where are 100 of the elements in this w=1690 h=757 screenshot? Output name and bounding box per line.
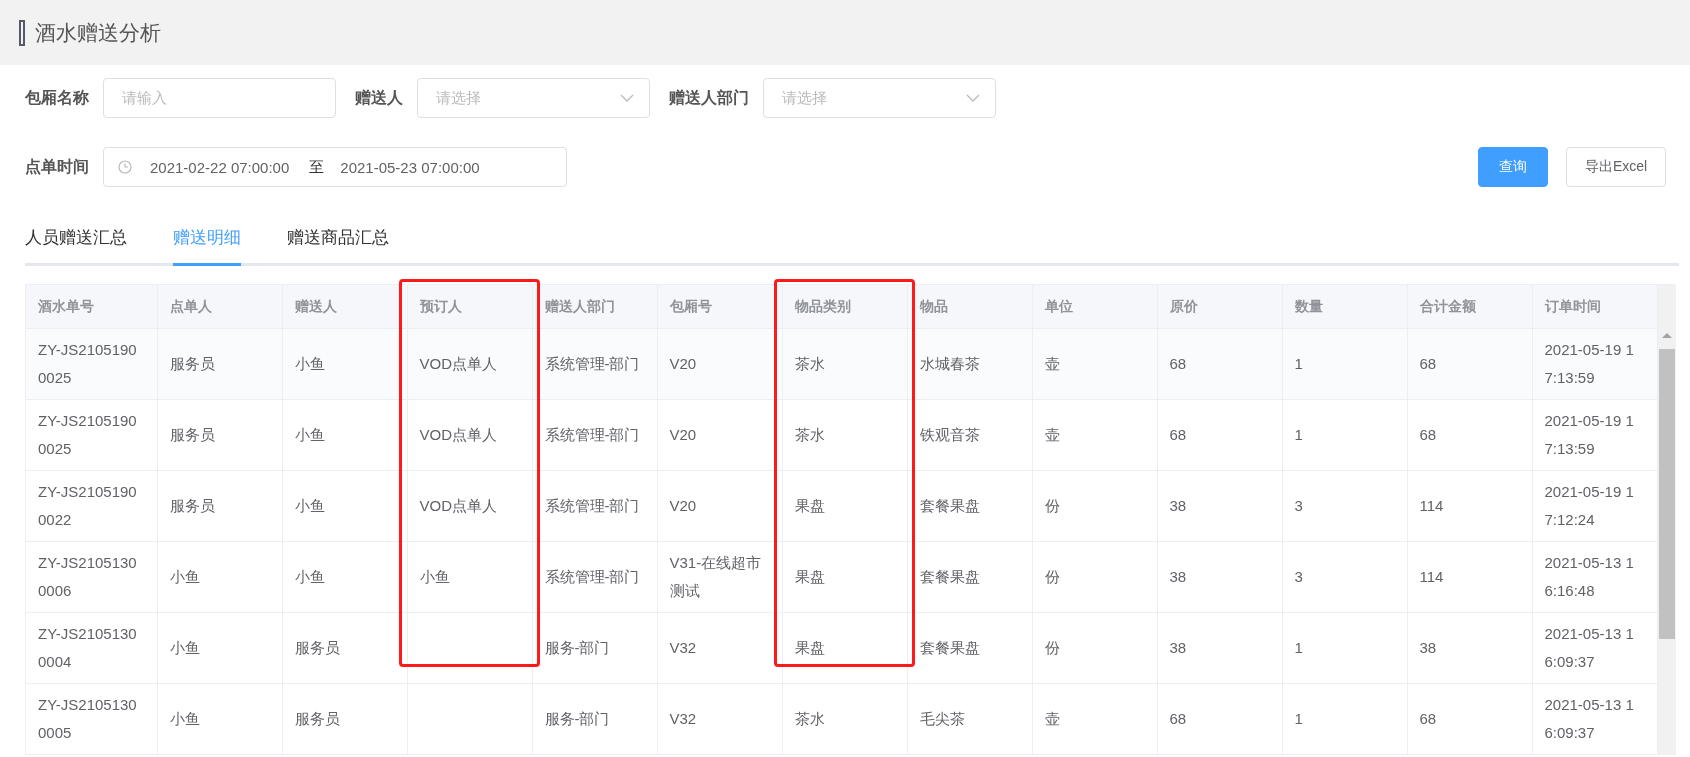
table-cell: 系统管理-部门 [532,399,657,471]
table-cell: 2021-05-19 17:13:59 [1532,328,1657,400]
date-range-field[interactable]: 2021-02-22 07:00:00 至 2021-05-23 07:00:00 [103,147,567,187]
table-cell: 果盘 [782,470,907,542]
chevron-down-icon [620,94,634,102]
table-cell: ZY-JS21051300005 [26,683,157,755]
table-cell: 服务-部门 [532,612,657,684]
table-cell: 38 [1157,470,1282,542]
table-cell: 铁观音茶 [907,399,1032,471]
table-cell: V32 [657,612,782,684]
table-cell: 3 [1282,470,1407,542]
table-cell: 68 [1157,683,1282,755]
column-header: 赠送人 [282,285,407,329]
table-cell: 份 [1032,612,1157,684]
table-cell: 系统管理-部门 [532,541,657,613]
table-cell: 小鱼 [157,612,282,684]
table-cell: 份 [1032,541,1157,613]
clock-icon [118,160,132,174]
table-cell: ZY-JS21051300006 [26,541,157,613]
column-header: 酒水单号 [26,285,157,329]
table-cell: 38 [1157,612,1282,684]
table-cell: 68 [1407,328,1532,400]
column-header: 物品类别 [782,285,907,329]
table-cell: 68 [1407,683,1532,755]
export-button[interactable]: 导出Excel [1566,147,1666,187]
table-cell: 2021-05-13 16:09:37 [1532,612,1657,684]
column-header: 预订人 [407,285,532,329]
table-cell: 2021-05-13 16:16:48 [1532,541,1657,613]
column-header: 合计金额 [1407,285,1532,329]
table-cell: V32 [657,683,782,755]
column-header: 包厢号 [657,285,782,329]
column-header: 数量 [1282,285,1407,329]
table-cell: 2021-05-13 16:09:37 [1532,683,1657,755]
table-cell: 壶 [1032,683,1157,755]
table-cell: 小鱼 [282,541,407,613]
table-cell: 服务员 [157,470,282,542]
table-cell: 服务员 [282,683,407,755]
table-cell: 服务员 [282,612,407,684]
column-header: 原价 [1157,285,1282,329]
table-cell: 114 [1407,541,1532,613]
select-field[interactable]: 请选择 [417,78,650,118]
scrollbar-drawing[interactable] [1657,330,1676,642]
table-cell: 1 [1282,399,1407,471]
table-cell: 68 [1157,399,1282,471]
table-cell: 1 [1282,328,1407,400]
table-cell: 套餐果盘 [907,470,1032,542]
table-cell: 小鱼 [282,328,407,400]
table-cell: 68 [1407,399,1532,471]
table-cell: 茶水 [782,328,907,400]
page-title: 酒水赠送分析 [35,19,161,46]
table-cell: 小鱼 [157,683,282,755]
table-cell: 壶 [1032,328,1157,400]
table-cell: ZY-JS21051300004 [26,612,157,684]
table-cell: 水城春茶 [907,328,1032,400]
table-cell: 1 [1282,612,1407,684]
filter-label: 包厢名称 [25,87,89,108]
table-cell: 果盘 [782,612,907,684]
title-bar-icon [19,19,25,46]
table-cell: 毛尖茶 [907,683,1032,755]
table-cell: 套餐果盘 [907,541,1032,613]
tab[interactable]: 赠送商品汇总 [287,211,389,266]
table-cell: 壶 [1032,399,1157,471]
query-button[interactable]: 查询 [1478,147,1548,187]
table-cell: 果盘 [782,541,907,613]
column-header: 订单时间 [1532,285,1657,329]
table-cell: 小鱼 [282,399,407,471]
table-cell: 2021-05-19 17:12:24 [1532,470,1657,542]
table-cell: 114 [1407,470,1532,542]
input-field[interactable]: 请输入 [103,78,336,118]
table-cell: 茶水 [782,399,907,471]
table-cell: 服务员 [157,399,282,471]
table-cell: 系统管理-部门 [532,470,657,542]
table-cell: V20 [657,399,782,471]
chevron-down-icon [966,94,980,102]
table-cell: 3 [1282,541,1407,613]
table-cell: 38 [1157,541,1282,613]
table-cell: ZY-JS21051900022 [26,470,157,542]
column-header: 点单人 [157,285,282,329]
table-cell: VOD点单人 [407,470,532,542]
tab[interactable]: 人员赠送汇总 [25,211,127,266]
table-cell: 68 [1157,328,1282,400]
filter-label: 点单时间 [25,156,89,177]
filter-label: 赠送人 [355,87,403,108]
table-cell: 1 [1282,683,1407,755]
table-cell: 套餐果盘 [907,612,1032,684]
table-cell: 系统管理-部门 [532,328,657,400]
table-cell: 服务员 [157,328,282,400]
select-field[interactable]: 请选择 [763,78,996,118]
table-cell: ZY-JS21051900025 [26,328,157,400]
table-cell: V20 [657,470,782,542]
tab[interactable]: 赠送明细 [173,211,241,266]
table-cell: ZY-JS21051900025 [26,399,157,471]
table-cell: VOD点单人 [407,328,532,400]
table-cell: 38 [1407,612,1532,684]
column-header: 物品 [907,285,1032,329]
table-cell: VOD点单人 [407,399,532,471]
table-cell: 小鱼 [157,541,282,613]
table-cell: 茶水 [782,683,907,755]
table-cell: 服务-部门 [532,683,657,755]
table-cell: 2021-05-19 17:13:59 [1532,399,1657,471]
